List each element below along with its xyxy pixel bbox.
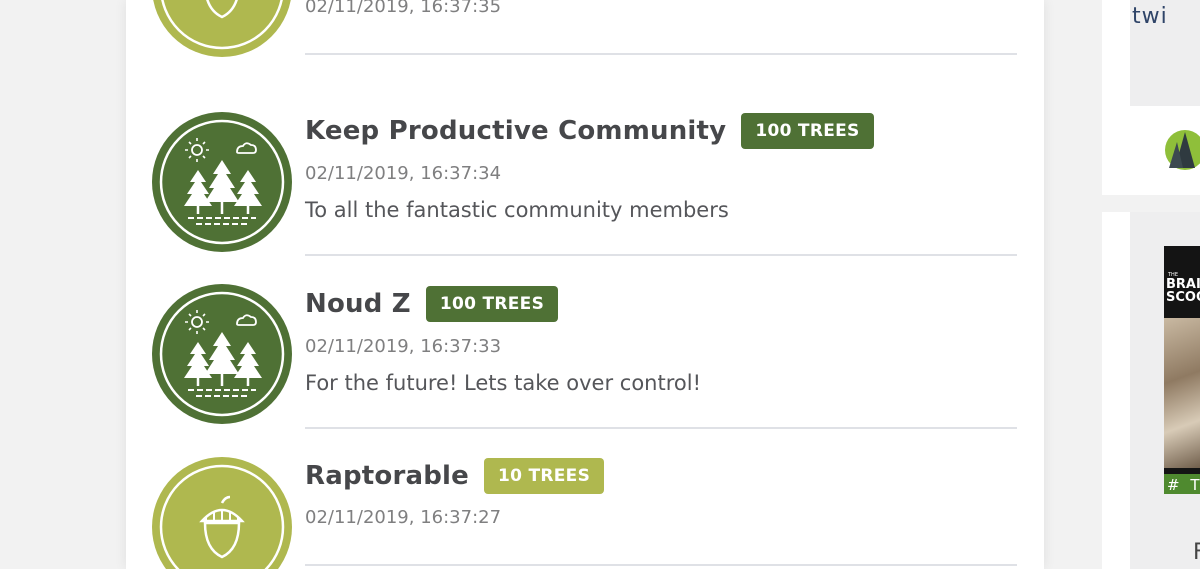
forest-icon (152, 112, 292, 252)
donor-row: Noud Z 100 TREES (305, 286, 559, 322)
acorn-badge (152, 0, 292, 57)
acorn-icon (152, 457, 292, 569)
book-hashtag: # T (1167, 476, 1200, 494)
divider (305, 254, 1017, 256)
divider (305, 427, 1017, 429)
donor-name: Keep Productive Community (305, 116, 727, 146)
divider (305, 53, 1017, 55)
forest-badge (152, 112, 292, 252)
donor-name: Noud Z (305, 289, 411, 319)
donation-feed: 02/11/2019, 16:37:35 Keep Productive Com… (126, 0, 1044, 569)
book-photo (1164, 318, 1200, 468)
donation-timestamp: 02/11/2019, 16:37:27 (305, 507, 502, 528)
forest-icon (152, 284, 292, 424)
acorn-badge (152, 457, 292, 569)
twitter-link[interactable]: twi (1132, 4, 1168, 29)
trees-badge: 100 TREES (741, 113, 874, 149)
book-cover-image[interactable]: THE BRAIN SCOOP # T (1164, 246, 1200, 494)
sidebar-widget: twi (1102, 0, 1200, 195)
donation-message: To all the fantastic community members (305, 198, 729, 222)
divider (305, 564, 1017, 566)
donor-row: Raptorable 10 TREES (305, 458, 605, 494)
donor-name: Raptorable (305, 461, 469, 491)
donation-message: For the future! Lets take over control! (305, 371, 701, 395)
team-trees-logo[interactable] (1163, 128, 1200, 172)
trees-badge: 100 TREES (425, 286, 559, 322)
donor-row: Keep Productive Community 100 TREES (305, 113, 874, 149)
donation-timestamp: 02/11/2019, 16:37:35 (305, 0, 502, 17)
acorn-icon (153, 0, 291, 57)
book-title: BRAIN SCOOP (1166, 278, 1200, 304)
sidebar-promo: THE BRAIN SCOOP # T (1102, 212, 1200, 569)
book-title-line2: SCOOP (1166, 290, 1200, 305)
donation-timestamp: 02/11/2019, 16:37:34 (305, 163, 502, 184)
donation-timestamp: 02/11/2019, 16:37:33 (305, 336, 502, 357)
forest-badge (152, 284, 292, 424)
sidebar-text-fragment: F (1193, 540, 1200, 565)
trees-badge: 10 TREES (484, 458, 605, 494)
